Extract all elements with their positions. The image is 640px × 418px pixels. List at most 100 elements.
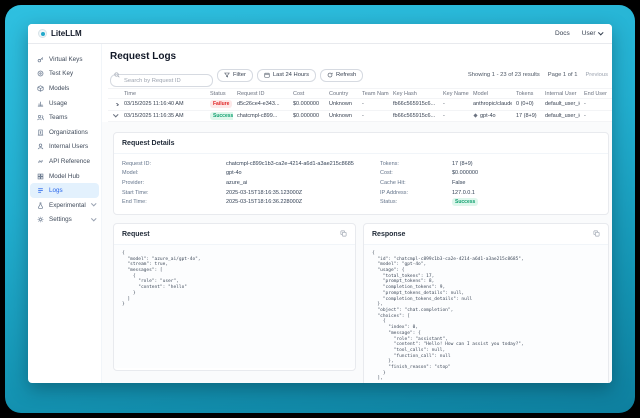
chevron-down-icon xyxy=(91,201,96,206)
results-count: Showing 1 - 23 of 23 results xyxy=(468,72,540,78)
col-key-name: Key Name xyxy=(439,91,469,97)
sidebar: Virtual Keys Test Key Models Usage Teams… xyxy=(28,44,102,383)
search-box xyxy=(110,69,213,82)
request-json: { "model": "azure_ai/gpt-4o", "stream": … xyxy=(114,244,355,368)
sidebar-item-models[interactable]: Models xyxy=(28,81,101,96)
sidebar-item-label: Settings xyxy=(49,216,87,223)
sidebar-item-label: Model Hub xyxy=(49,173,79,180)
sidebar-item-label: Usage xyxy=(49,100,67,107)
status-badge: Success xyxy=(210,112,233,120)
request-details-card: Request Details Request ID:chatcmpl-c899… xyxy=(113,132,609,215)
model-value: gpt-4o xyxy=(226,170,242,176)
logs-icon xyxy=(37,187,44,194)
ip-address-value: 127.0.0.1 xyxy=(452,190,475,196)
sidebar-item-model-hub[interactable]: Model Hub xyxy=(28,169,101,184)
time-range-label: Last 24 Hours xyxy=(273,72,309,78)
filter-button-label: Filter xyxy=(233,72,246,78)
sidebar-item-usage[interactable]: Usage xyxy=(28,96,101,111)
main-content: Request Logs Filter Last 24 Hours Refres… xyxy=(102,44,612,383)
grid-icon xyxy=(37,173,44,180)
previous-button[interactable]: Previous xyxy=(585,72,608,78)
col-model: Model xyxy=(469,91,512,97)
search-icon xyxy=(114,72,120,78)
sidebar-item-label: Logs xyxy=(49,187,63,194)
calendar-icon xyxy=(264,72,270,78)
key-icon xyxy=(37,56,44,63)
status-badge: Success xyxy=(452,198,478,206)
sidebar-item-label: Models xyxy=(49,85,69,92)
response-panel: Response { "id": "chatcmpl-c899c1b3-ca2e… xyxy=(363,223,609,383)
refresh-button[interactable]: Refresh xyxy=(320,69,363,82)
filter-button[interactable]: Filter xyxy=(217,69,253,82)
request-details-title: Request Details xyxy=(114,133,608,154)
user-menu[interactable]: User xyxy=(582,30,602,37)
copy-icon[interactable] xyxy=(340,230,347,237)
link-icon xyxy=(37,158,44,165)
sidebar-item-label: API Reference xyxy=(49,158,90,165)
response-panel-title: Response xyxy=(364,224,413,244)
time-range-button[interactable]: Last 24 Hours xyxy=(257,69,316,82)
request-panel: Request { "model": "azure_ai/gpt-4o", "s… xyxy=(113,223,356,371)
chevron-down-icon xyxy=(91,216,96,221)
top-navbar: LiteLLM Docs User xyxy=(28,24,612,44)
page-indicator: Page 1 of 1 xyxy=(548,72,578,78)
chevron-down-icon xyxy=(598,30,603,35)
docs-link[interactable]: Docs xyxy=(555,30,570,37)
gear-icon xyxy=(37,216,44,223)
desktop-background: LiteLLM Docs User Virtual Keys Test Key … xyxy=(5,5,635,413)
col-time: Time xyxy=(120,91,206,97)
provider-icon xyxy=(473,113,478,118)
col-tokens: Tokens xyxy=(512,91,541,97)
cost-value: $0.000000 xyxy=(452,170,478,176)
sidebar-item-label: Internal Users xyxy=(49,143,88,150)
flask-icon xyxy=(37,202,44,209)
table-row-expanded[interactable]: 03/15/2025 11:16:35 AM Success chatcmpl-… xyxy=(108,111,612,123)
brand-name: LiteLLM xyxy=(51,29,82,38)
request-id-value: chatcmpl-c899c1b3-ca2e-4214-a6d1-a3ae215… xyxy=(226,161,354,167)
response-json: { "id": "chatcmpl-c899c1b3-ca2e-4214-a6d… xyxy=(364,244,608,383)
sidebar-item-label: Teams xyxy=(49,114,68,121)
sidebar-item-label: Virtual Keys xyxy=(49,56,82,63)
target-icon xyxy=(37,70,44,77)
col-key-hash: Key Hash xyxy=(389,91,439,97)
tokens-value: 17 (8+9) xyxy=(452,161,473,167)
sidebar-item-internal-users[interactable]: Internal Users xyxy=(28,140,101,155)
search-input[interactable] xyxy=(110,74,213,87)
provider-value: azure_ai xyxy=(226,180,247,186)
col-status: Status xyxy=(206,91,233,97)
status-badge: Failure xyxy=(210,100,232,108)
request-logs-table: Time Status Request ID Cost Country Team… xyxy=(108,88,612,122)
sidebar-item-label: Experimental xyxy=(49,202,87,209)
refresh-icon xyxy=(327,72,333,78)
person-icon xyxy=(37,143,44,150)
col-end-user: End User xyxy=(580,91,610,97)
sidebar-item-label: Test Key xyxy=(49,70,73,77)
sidebar-item-experimental[interactable]: Experimental xyxy=(28,198,101,213)
pagination: Showing 1 - 23 of 23 results Page 1 of 1… xyxy=(468,72,608,78)
filter-icon xyxy=(224,72,230,78)
user-menu-label: User xyxy=(582,30,596,37)
request-panel-title: Request xyxy=(114,224,158,244)
bar-chart-icon xyxy=(37,100,44,107)
sidebar-item-organizations[interactable]: Organizations xyxy=(28,125,101,140)
sidebar-item-logs[interactable]: Logs xyxy=(30,183,99,198)
refresh-button-label: Refresh xyxy=(336,72,356,78)
collapse-row-icon[interactable] xyxy=(114,114,119,117)
cache-hit-value: False xyxy=(452,180,465,186)
sidebar-item-test-key[interactable]: Test Key xyxy=(28,67,101,82)
col-internal-user: Internal User xyxy=(541,91,580,97)
expanded-row-details: Request Details Request ID:chatcmpl-c899… xyxy=(102,122,612,383)
sidebar-item-settings[interactable]: Settings xyxy=(28,213,101,228)
people-icon xyxy=(37,114,44,121)
sidebar-item-virtual-keys[interactable]: Virtual Keys xyxy=(28,52,101,67)
expand-row-icon[interactable] xyxy=(114,103,119,107)
page-title: Request Logs xyxy=(110,51,612,62)
sidebar-item-api-reference[interactable]: API Reference xyxy=(28,154,101,169)
copy-icon[interactable] xyxy=(593,230,600,237)
end-time-value: 2025-03-15T18:16:36.228000Z xyxy=(226,199,302,205)
sidebar-item-teams[interactable]: Teams xyxy=(28,110,101,125)
table-header-row: Time Status Request ID Cost Country Team… xyxy=(108,88,612,99)
toolbar: Filter Last 24 Hours Refresh Showing 1 -… xyxy=(110,68,608,82)
building-icon xyxy=(37,129,44,136)
table-row[interactable]: 03/15/2025 11:16:40 AM Failure d5c26ce4-… xyxy=(108,99,612,111)
